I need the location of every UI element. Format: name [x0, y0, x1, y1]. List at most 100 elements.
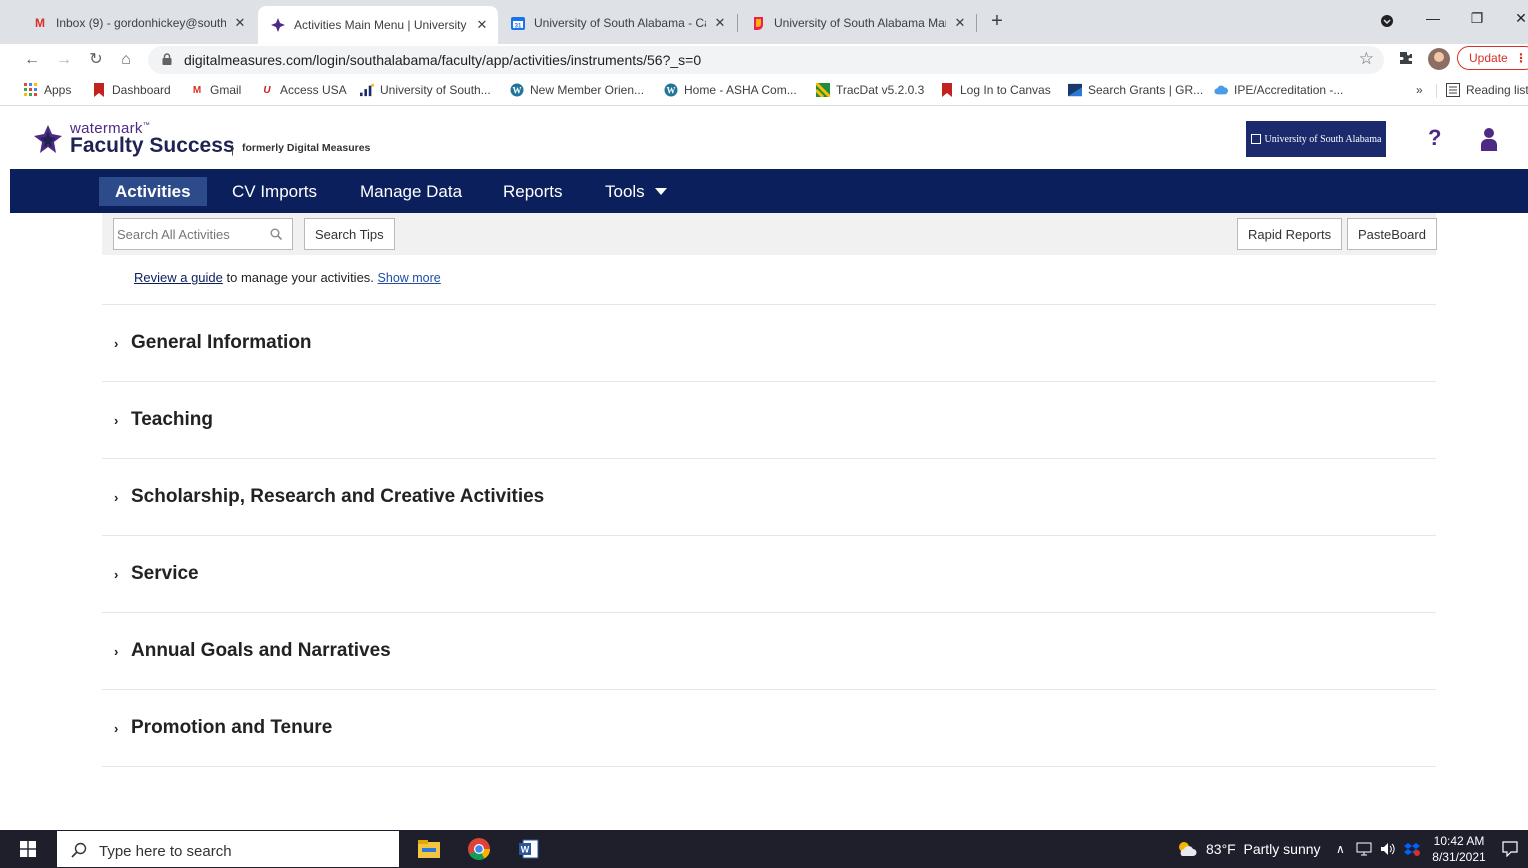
bookmark-university-south[interactable]: University of South... [360, 83, 491, 97]
pasteboard-button[interactable]: PasteBoard [1347, 218, 1437, 250]
bookmark-canvas[interactable]: Log In to Canvas [940, 83, 1051, 97]
window-close-icon[interactable]: ✕ [1506, 10, 1528, 34]
weather-widget[interactable]: 83°F Partly sunny [1176, 830, 1321, 868]
bookmarks-more-button[interactable]: » [1416, 83, 1423, 97]
weather-label: 83°F Partly sunny [1206, 841, 1321, 857]
user-icon[interactable] [1479, 127, 1499, 151]
section-title: Service [131, 563, 199, 584]
close-icon[interactable]: ✕ [474, 17, 490, 33]
calendar-icon: 31 [510, 15, 526, 31]
update-button[interactable]: Update ⋮ [1457, 46, 1528, 70]
reading-list-button[interactable]: Reading list [1446, 83, 1528, 97]
main-nav: Activities CV Imports Manage Data Report… [10, 169, 1528, 213]
section-general-information[interactable]: › General Information [102, 304, 1436, 381]
tab-gmail[interactable]: M Inbox (9) - gordonhickey@south ✕ [20, 8, 256, 38]
bookmark-gmail[interactable]: M Gmail [190, 83, 242, 97]
bookmark-star-icon[interactable]: ☆ [1359, 49, 1374, 69]
file-explorer-icon[interactable] [416, 836, 442, 862]
section-annual-goals[interactable]: › Annual Goals and Narratives [102, 612, 1436, 689]
chevron-right-icon: › [114, 412, 119, 428]
nav-tools[interactable]: Tools [605, 177, 667, 206]
search-input[interactable] [113, 218, 293, 250]
forward-icon[interactable]: → [54, 50, 74, 70]
taskbar-search[interactable]: Type here to search [56, 830, 400, 868]
volume-icon[interactable] [1380, 830, 1396, 868]
more-chevron-icon: » [1416, 83, 1423, 97]
tab-title: Activities Main Menu | University [294, 18, 467, 32]
activities-toolbar: Search Tips Rapid Reports PasteBoard [102, 213, 1437, 255]
watermark-logo-icon[interactable] [32, 123, 64, 155]
close-icon[interactable]: ✕ [952, 15, 968, 31]
svg-text:W: W [521, 845, 530, 855]
svg-text:W: W [667, 86, 676, 96]
start-button[interactable] [0, 830, 56, 868]
minimize-icon[interactable]: — [1418, 10, 1448, 34]
reload-icon[interactable]: ↻ [86, 50, 106, 70]
section-title: Scholarship, Research and Creative Activ… [131, 486, 545, 507]
nav-cv-imports[interactable]: CV Imports [232, 177, 317, 206]
chrome-icon[interactable] [466, 836, 492, 862]
nav-manage-data[interactable]: Manage Data [360, 177, 462, 206]
avatar[interactable] [1428, 48, 1450, 70]
bookmark-label: Log In to Canvas [960, 83, 1051, 97]
tab-calendar[interactable]: 31 University of South Alabama - Ca ✕ [498, 8, 736, 38]
word-icon[interactable]: W [516, 836, 542, 862]
nav-reports[interactable]: Reports [503, 177, 563, 206]
rapid-reports-button[interactable]: Rapid Reports [1237, 218, 1343, 250]
section-service[interactable]: › Service [102, 535, 1436, 612]
bookmark-ipe[interactable]: IPE/Accreditation -... [1214, 83, 1343, 97]
tab-title: University of South Alabama Mar [774, 16, 946, 30]
section-promotion-tenure[interactable]: › Promotion and Tenure [102, 689, 1436, 766]
bookmark-access-usa[interactable]: U Access USA [260, 83, 347, 97]
home-icon[interactable]: ⌂ [116, 50, 136, 70]
bookmark-label: Gmail [210, 83, 242, 97]
search-icon[interactable] [270, 228, 282, 240]
show-more-link[interactable]: Show more [378, 271, 441, 285]
bookmark-apps[interactable]: Apps [24, 83, 71, 97]
app-header: watermark™ Faculty Success | formerly Di… [10, 107, 1528, 169]
help-icon[interactable]: ? [1428, 125, 1441, 151]
bookmark-label: Access USA [280, 83, 347, 97]
restore-icon[interactable]: ❐ [1462, 10, 1492, 34]
svg-text:31: 31 [515, 24, 522, 30]
svg-text:W: W [513, 86, 522, 96]
bookmarks-bar: Apps Dashboard M Gmail U Access USA Univ… [0, 76, 1528, 106]
section-scholarship[interactable]: › Scholarship, Research and Creative Act… [102, 458, 1436, 535]
usa-logo-icon: U [263, 84, 271, 96]
notifications-icon[interactable] [1502, 830, 1518, 868]
extensions-icon[interactable] [1396, 50, 1416, 70]
logo-separator: | [231, 144, 234, 156]
review-guide-link[interactable]: Review a guide [134, 270, 223, 285]
browser-tab-strip: M Inbox (9) - gordonhickey@south ✕ Activ… [0, 0, 1528, 44]
back-icon[interactable]: ← [22, 50, 42, 70]
tracdat-icon [816, 83, 830, 97]
wordpress-icon: W [664, 83, 678, 97]
dropbox-icon[interactable] [1404, 830, 1420, 868]
bookmark-grants[interactable]: Search Grants | GR... [1068, 83, 1203, 97]
taskbar-clock[interactable]: 10:42 AM 8/31/2021 [1428, 833, 1490, 865]
bookmark-new-member[interactable]: W New Member Orien... [510, 83, 644, 97]
tab-pendo[interactable]: University of South Alabama Mar ✕ [738, 8, 976, 38]
nav-activities[interactable]: Activities [99, 177, 207, 206]
section-teaching[interactable]: › Teaching [102, 381, 1436, 458]
bookmark-tracdat[interactable]: TracDat v5.2.0.3 [816, 83, 924, 97]
profile-dot-icon[interactable] [1372, 10, 1402, 34]
network-icon[interactable] [1356, 830, 1372, 868]
guide-text: Review a guide to manage your activities… [134, 270, 441, 285]
search-tips-button[interactable]: Search Tips [304, 218, 395, 250]
bookmark-asha[interactable]: W Home - ASHA Com... [664, 83, 797, 97]
new-tab-button[interactable]: + [986, 11, 1008, 33]
tray-chevron-icon[interactable]: ∧ [1336, 830, 1345, 868]
close-icon[interactable]: ✕ [712, 15, 728, 31]
section-title: Promotion and Tenure [131, 717, 333, 738]
section-title: General Information [131, 332, 312, 353]
chevron-right-icon: › [114, 720, 119, 736]
wordpress-icon: W [510, 83, 524, 97]
bar-chart-icon [360, 83, 374, 97]
gmail-icon: M [35, 16, 45, 30]
tab-activities[interactable]: Activities Main Menu | University ✕ [258, 6, 498, 44]
bookmark-dashboard[interactable]: Dashboard [92, 83, 171, 97]
address-bar[interactable]: digitalmeasures.com/login/southalabama/f… [148, 46, 1384, 74]
close-icon[interactable]: ✕ [232, 15, 248, 31]
cloud-icon [1214, 83, 1228, 97]
